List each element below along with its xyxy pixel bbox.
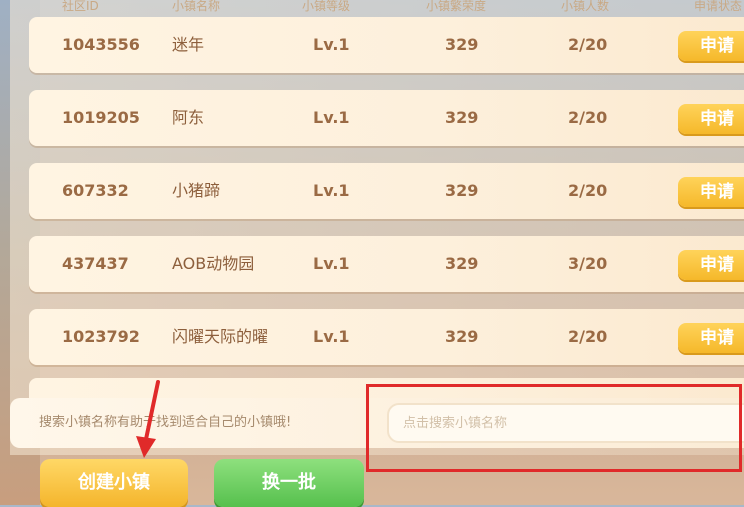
row-town-name: 闪曜天际的曜 [172,327,269,346]
apply-button[interactable]: 申请 [678,31,744,61]
table-row: 1023792 闪曜天际的曜 Lv.1 329 2/20 申请 [29,309,744,365]
row-prosperity: 329 [445,181,479,200]
table-row: 1019205 阿东 Lv.1 329 2/20 申请 [29,90,744,146]
table-row: 607332 小猪蹄 Lv.1 329 2/20 申请 [29,163,744,219]
row-town-level: Lv.1 [313,108,350,127]
row-population: 2/20 [568,327,608,346]
row-population: 3/20 [568,254,608,273]
table-row: 437437 AOB动物园 Lv.1 329 3/20 申请 [29,236,744,292]
row-prosperity: 329 [445,35,479,54]
header-prosperity: 小镇繁荣度 [426,0,487,13]
create-town-button[interactable]: 创建小镇 [40,459,188,507]
apply-button[interactable]: 申请 [678,250,744,280]
row-town-level: Lv.1 [313,35,350,54]
row-community-id: 1019205 [62,108,140,127]
apply-button[interactable]: 申请 [678,104,744,134]
row-town-level: Lv.1 [313,181,350,200]
annotation-highlight-box [366,384,742,472]
header-status: 申请状态 [694,0,743,13]
row-prosperity: 329 [445,327,479,346]
refresh-batch-button[interactable]: 换一批 [214,459,364,507]
row-prosperity: 329 [445,108,479,127]
table-header: 社区ID 小镇名称 小镇等级 小镇繁荣度 小镇人数 申请状态 [0,0,744,13]
row-population: 2/20 [568,181,608,200]
header-town-level: 小镇等级 [302,0,351,13]
row-town-name: 小猪蹄 [172,181,221,200]
row-town-name: 阿东 [172,108,205,127]
header-town-name: 小镇名称 [172,0,221,13]
annotation-arrow-icon [136,380,160,458]
header-community-id: 社区ID [62,0,99,13]
row-population: 2/20 [568,35,608,54]
row-population: 2/20 [568,108,608,127]
row-town-name: AOB动物园 [172,254,255,273]
header-population: 小镇人数 [561,0,610,13]
row-community-id: 437437 [62,254,129,273]
row-town-level: Lv.1 [313,254,350,273]
row-community-id: 1023792 [62,327,140,346]
apply-button[interactable]: 申请 [678,177,744,207]
row-town-name: 迷年 [172,35,205,54]
row-town-level: Lv.1 [313,327,350,346]
row-prosperity: 329 [445,254,479,273]
table-row: 1043556 迷年 Lv.1 329 2/20 申请 [29,17,744,73]
apply-button[interactable]: 申请 [678,323,744,353]
row-community-id: 607332 [62,181,129,200]
row-community-id: 1043556 [62,35,140,54]
